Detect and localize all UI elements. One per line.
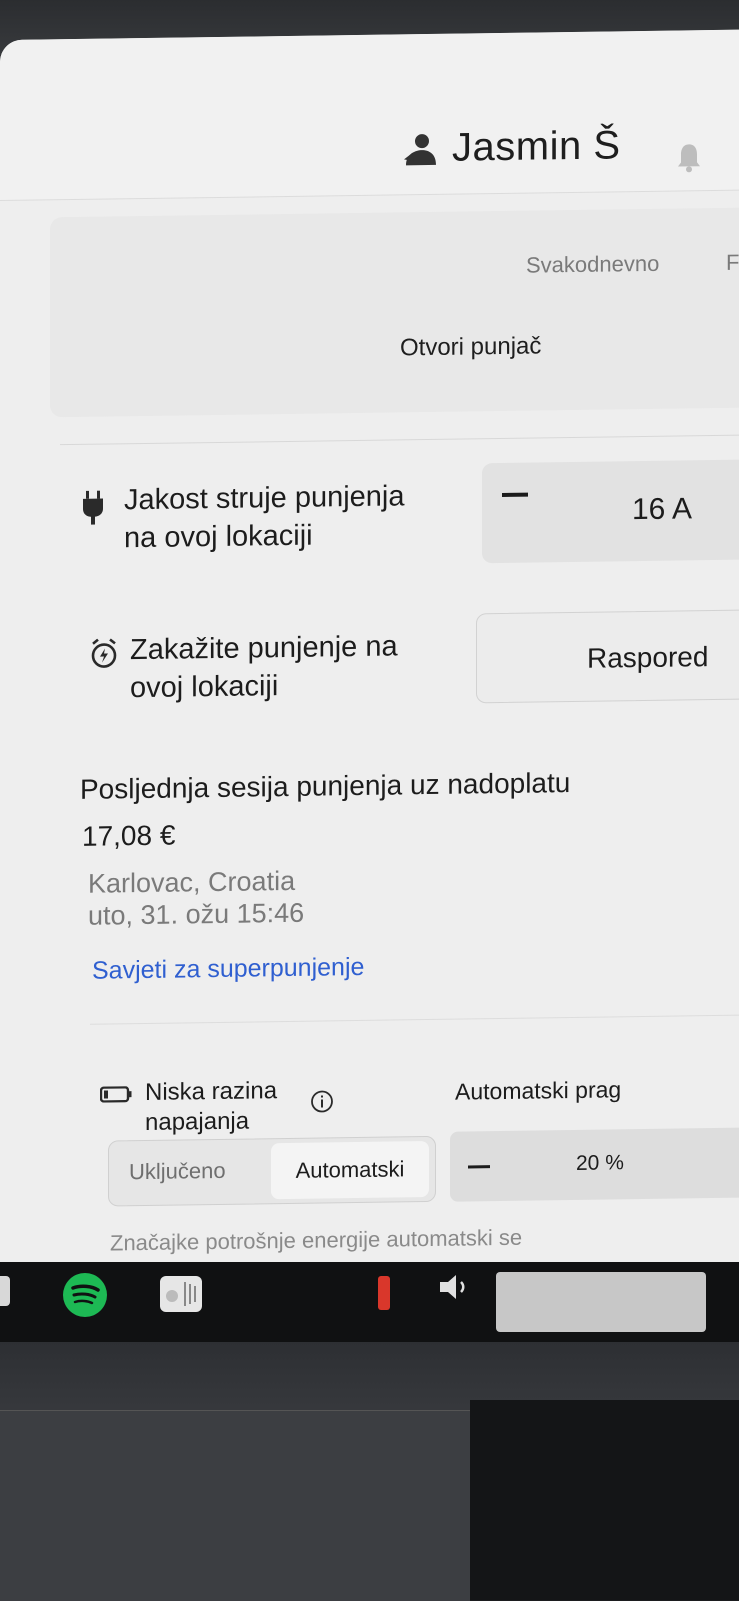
radio-icon[interactable] <box>158 1270 204 1316</box>
schedule-button[interactable]: Raspored <box>476 609 739 704</box>
last-session-datetime: uto, 31. ožu 15:46 <box>88 897 305 931</box>
alarm-clock-charge-icon <box>91 638 117 668</box>
touch-screen: Jasmin Š Svakodnevno F Otvori punjač Jak… <box>0 29 739 1281</box>
tab-next[interactable]: F <box>726 250 739 276</box>
low-power-mode-selector: Uključeno Automatski <box>108 1135 436 1207</box>
schedule-button-label: Raspored <box>587 641 709 674</box>
taskbar <box>0 1262 739 1342</box>
low-power-label-line1: Niska razina <box>145 1077 278 1106</box>
tab-daily[interactable]: Svakodnevno <box>526 251 659 279</box>
supercharging-tips-link[interactable]: Savjeti za superpunjenje <box>92 953 364 986</box>
divider <box>90 1014 739 1025</box>
auto-threshold-label: Automatski prag <box>455 1076 622 1105</box>
profile-name: Jasmin Š <box>452 123 621 170</box>
schedule-label-line1: Zakažite punjenje na <box>130 630 398 667</box>
threshold-stepper: 20 % <box>450 1127 739 1202</box>
top-bar: Jasmin Š <box>0 29 739 202</box>
energy-features-note: Značajke potrošnje energije automatski s… <box>110 1224 523 1256</box>
decrease-threshold-button[interactable] <box>468 1165 490 1169</box>
last-session-location: Karlovac, Croatia <box>88 865 296 899</box>
profile-button[interactable]: Jasmin Š <box>402 123 621 171</box>
taskbar-edge-item[interactable] <box>0 1276 10 1306</box>
dashboard-textured-panel <box>470 1400 739 1600</box>
plug-icon <box>83 490 103 525</box>
decrease-current-button[interactable] <box>502 492 528 497</box>
user-profile-icon <box>404 133 436 165</box>
option-automatic[interactable]: Automatski <box>271 1141 429 1200</box>
volume-icon[interactable] <box>438 1272 472 1302</box>
last-session-price: 17,08 € <box>82 819 176 852</box>
info-icon[interactable] <box>310 1089 334 1113</box>
charge-schedule-panel: Svakodnevno F Otvori punjač <box>50 207 739 418</box>
charge-current-label-line2: na ovoj lokaciji <box>124 519 313 555</box>
threshold-value: 20 % <box>576 1151 624 1175</box>
option-on[interactable]: Uključeno <box>129 1158 226 1185</box>
low-power-label-line2: napajanja <box>145 1107 250 1136</box>
last-session-title: Posljednja sesija punjenja uz nadoplatu <box>80 767 571 805</box>
dashboard-panel <box>0 1410 470 1601</box>
charge-current-label-line1: Jakost struje punjenja <box>124 480 405 517</box>
open-charger-button[interactable]: Otvori punjač <box>400 332 541 362</box>
divider <box>60 434 739 446</box>
low-power-label: Niska razina napajanja <box>145 1076 277 1138</box>
taskbar-window-glare <box>496 1272 706 1332</box>
schedule-label-line2: ovoj lokaciji <box>130 670 279 705</box>
charge-current-stepper: 16 A <box>482 459 739 564</box>
notification-bell-icon[interactable] <box>676 142 702 173</box>
status-indicator-icon[interactable] <box>378 1276 390 1310</box>
battery-low-icon <box>100 1086 132 1103</box>
charge-current-value: 16 A <box>632 492 693 527</box>
spotify-icon[interactable] <box>62 1272 108 1318</box>
